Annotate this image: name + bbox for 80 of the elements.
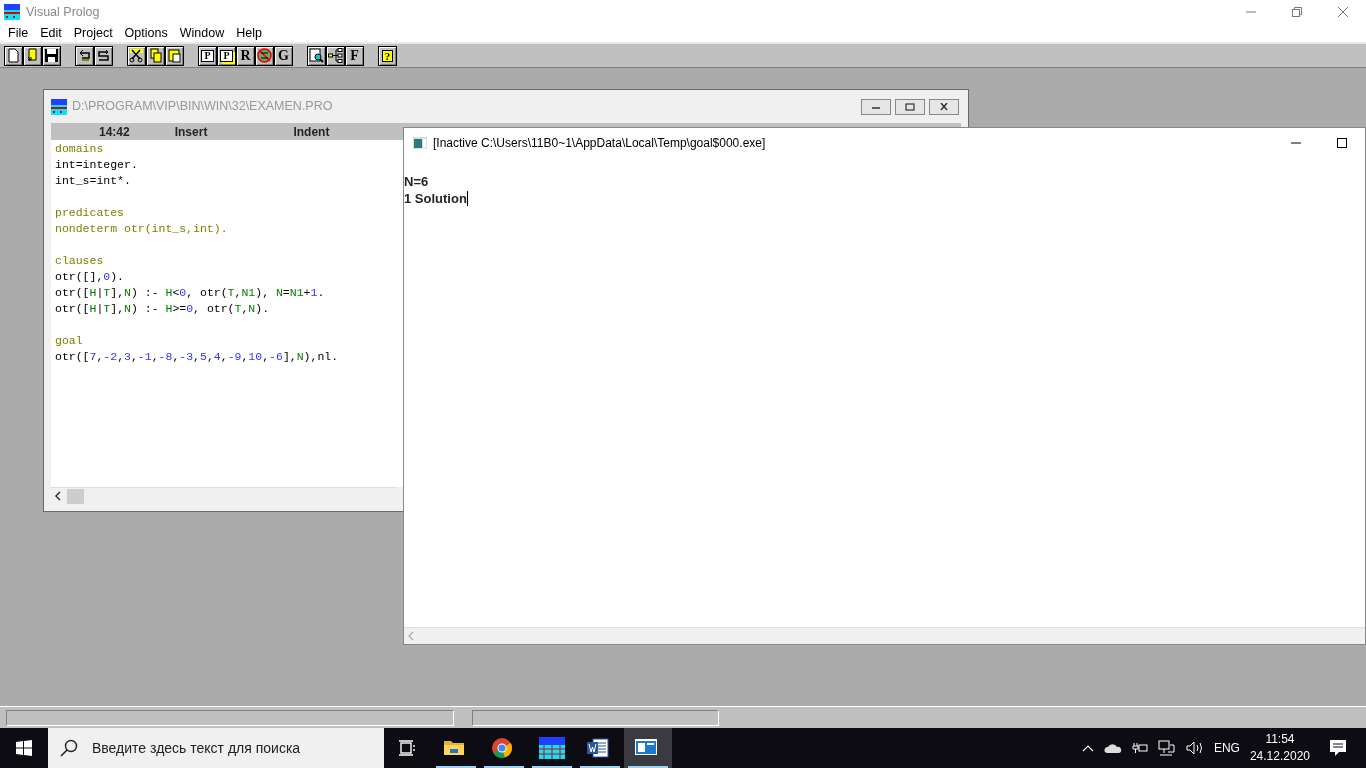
scissors-icon xyxy=(129,48,144,63)
insert-mode: Insert xyxy=(174,123,208,141)
menu-item[interactable]: Edit xyxy=(34,24,68,42)
code-line: otr([H|T],N) :- H>=0, otr(T,N). xyxy=(55,301,270,317)
prolog-logo-icon xyxy=(539,737,565,759)
windows-logo-icon xyxy=(16,740,32,756)
toolbar-button[interactable]: ? xyxy=(378,45,397,66)
toolbar-button[interactable] xyxy=(165,45,184,66)
code-line: nondeterm otr(int_s,int). xyxy=(55,221,228,237)
prolog-logo-icon xyxy=(51,98,67,115)
toolbar-button[interactable] xyxy=(94,45,113,66)
toolbar-button[interactable] xyxy=(255,45,274,66)
code-line: int=integer. xyxy=(55,157,138,173)
menu-item[interactable]: Options xyxy=(118,24,174,42)
window-title: [Inactive C:\Users\11B0~1\AppData\Local\Temp\goal$000.exe] xyxy=(433,135,766,152)
cursor-position: 14:42 xyxy=(99,123,130,141)
restore-icon xyxy=(1292,7,1302,17)
console-output: N=6 xyxy=(404,174,429,189)
code-line: predicates xyxy=(55,205,124,221)
notification-icon xyxy=(1329,739,1347,757)
search-field[interactable]: Введите здесь текст для поиска xyxy=(90,736,380,760)
horizontal-scrollbar[interactable] xyxy=(404,627,1365,644)
toolbar-button[interactable]: P xyxy=(198,45,217,66)
code-line: goal xyxy=(55,333,83,349)
menu-item[interactable]: Help xyxy=(230,24,268,42)
language-indicator[interactable]: ENG xyxy=(1213,739,1240,757)
menu-item[interactable]: Project xyxy=(67,24,119,42)
console-window-icon xyxy=(413,137,427,149)
toolbar-button[interactable]: P xyxy=(217,45,236,66)
copy-icon xyxy=(148,48,163,63)
network-icon xyxy=(1157,740,1176,756)
search-icon xyxy=(60,739,78,757)
text-cursor xyxy=(466,191,468,206)
prolog-logo-icon xyxy=(4,4,20,20)
scrollbar-thumb[interactable] xyxy=(67,488,84,504)
tree-diagram-icon xyxy=(328,48,343,63)
toolbar-button[interactable] xyxy=(23,45,42,66)
toolbar-button[interactable]: R xyxy=(236,45,255,66)
menu-item[interactable]: File xyxy=(2,24,35,42)
code-line: clauses xyxy=(55,253,104,269)
clock-date[interactable]: 24.12.2020 xyxy=(1249,748,1310,765)
magnifier-document-icon xyxy=(309,48,324,63)
paste-icon xyxy=(167,48,182,63)
cloud-icon xyxy=(1103,743,1122,753)
toolbar-button[interactable] xyxy=(307,45,326,66)
open-file-icon xyxy=(25,48,40,63)
close-button[interactable] xyxy=(929,98,959,115)
volume-icon xyxy=(1185,741,1204,755)
indent-mode: Indent xyxy=(293,123,330,141)
redo-icon xyxy=(96,48,111,63)
code-line: otr([H|T],N) :- H<0, otr(T,N1), N=N1+1. xyxy=(55,285,325,301)
undo-icon xyxy=(77,48,92,63)
code-line: otr([],0). xyxy=(55,269,125,285)
toolbar-button[interactable] xyxy=(127,45,146,66)
maximize-icon xyxy=(1337,138,1347,148)
close-icon xyxy=(939,102,949,111)
code-line: otr([7,-2,3,-1,-8,-3,5,4,-9,10,-6],N),nl. xyxy=(55,349,339,365)
taskbar-app-button[interactable] xyxy=(624,728,672,768)
code-line: domains xyxy=(55,141,104,157)
console-output: 1 Solution xyxy=(404,191,467,206)
close-icon xyxy=(1338,7,1348,17)
minimize-button[interactable] xyxy=(861,98,891,115)
app-title: Visual Prolog xyxy=(26,3,100,21)
code-line: int_s=int*. xyxy=(55,173,131,189)
toolbar-button[interactable] xyxy=(4,45,23,66)
toolbar-button[interactable] xyxy=(146,45,165,66)
clock-time[interactable]: 11:54 xyxy=(1265,731,1295,748)
new-file-icon xyxy=(6,48,21,63)
menu-item[interactable]: Window xyxy=(173,24,231,42)
toolbar-button[interactable] xyxy=(75,45,94,66)
toolbar-button[interactable] xyxy=(42,45,61,66)
search-box[interactable]: Введите здесь текст для поиска xyxy=(48,728,384,768)
window-title: D:\PROGRAM\VIP\BIN\WIN\32\EXAMEN.PRO xyxy=(72,98,333,116)
maximize-icon xyxy=(905,102,915,111)
toolbar-button[interactable] xyxy=(326,45,345,66)
toolbar-button[interactable]: F xyxy=(345,45,364,66)
battery-plug-icon xyxy=(1131,742,1148,754)
task-view-icon xyxy=(399,740,417,756)
chevron-up-icon xyxy=(1081,744,1094,752)
toolbar-button[interactable]: G xyxy=(274,45,293,66)
